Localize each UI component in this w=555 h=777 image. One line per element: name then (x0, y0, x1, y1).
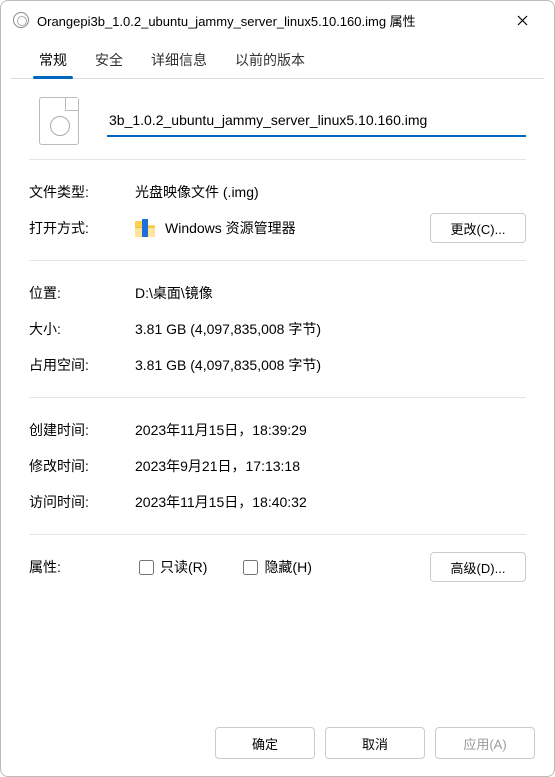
dialog-footer: 确定 取消 应用(A) (0, 713, 555, 777)
separator (29, 260, 526, 261)
value-created: 2023年11月15日，18:39:29 (135, 420, 526, 440)
hidden-input[interactable] (243, 560, 258, 575)
readonly-checkbox[interactable]: 只读(R) (139, 557, 207, 577)
tab-strip: 常规 安全 详细信息 以前的版本 (11, 43, 544, 79)
readonly-input[interactable] (139, 560, 154, 575)
value-sizeondisk: 3.81 GB (4,097,835,008 字节) (135, 355, 526, 375)
close-button[interactable] (502, 6, 542, 34)
advanced-button[interactable]: 高级(D)... (430, 552, 526, 582)
tab-details[interactable]: 详细信息 (137, 42, 221, 78)
separator (29, 534, 526, 535)
separator (29, 159, 526, 160)
cancel-button[interactable]: 取消 (325, 727, 425, 759)
apply-button[interactable]: 应用(A) (435, 727, 535, 759)
ok-button[interactable]: 确定 (215, 727, 315, 759)
general-panel: 文件类型: 光盘映像文件 (.img) 打开方式: Windows 资源管理器 … (1, 79, 554, 593)
label-accessed: 访问时间: (29, 492, 135, 512)
tab-security[interactable]: 安全 (81, 42, 137, 78)
tab-previous-versions[interactable]: 以前的版本 (221, 42, 319, 78)
readonly-label: 只读(R) (160, 557, 207, 577)
tab-general[interactable]: 常规 (25, 42, 81, 78)
separator (29, 397, 526, 398)
value-filetype: 光盘映像文件 (.img) (135, 182, 526, 202)
explorer-icon (135, 221, 155, 237)
label-modified: 修改时间: (29, 456, 135, 476)
title-bar: Orangepi3b_1.0.2_ubuntu_jammy_server_lin… (1, 1, 554, 39)
openwith-text: Windows 资源管理器 (165, 220, 296, 236)
window-title: Orangepi3b_1.0.2_ubuntu_jammy_server_lin… (37, 11, 494, 30)
label-location: 位置: (29, 283, 135, 303)
change-button[interactable]: 更改(C)... (430, 213, 526, 243)
label-sizeondisk: 占用空间: (29, 355, 135, 375)
label-filetype: 文件类型: (29, 182, 135, 202)
hidden-label: 隐藏(H) (264, 557, 311, 577)
hidden-checkbox[interactable]: 隐藏(H) (243, 557, 311, 577)
value-accessed: 2023年11月15日，18:40:32 (135, 492, 526, 512)
filename-input[interactable] (107, 105, 526, 137)
label-attributes: 属性: (29, 557, 135, 577)
label-openwith: 打开方式: (29, 218, 135, 238)
label-created: 创建时间: (29, 420, 135, 440)
value-size: 3.81 GB (4,097,835,008 字节) (135, 319, 526, 339)
value-location: D:\桌面\镜像 (135, 283, 526, 303)
value-openwith: Windows 资源管理器 (135, 218, 430, 238)
value-modified: 2023年9月21日，17:13:18 (135, 456, 526, 476)
file-type-icon (39, 97, 79, 145)
label-size: 大小: (29, 319, 135, 339)
disc-image-icon (13, 12, 29, 28)
